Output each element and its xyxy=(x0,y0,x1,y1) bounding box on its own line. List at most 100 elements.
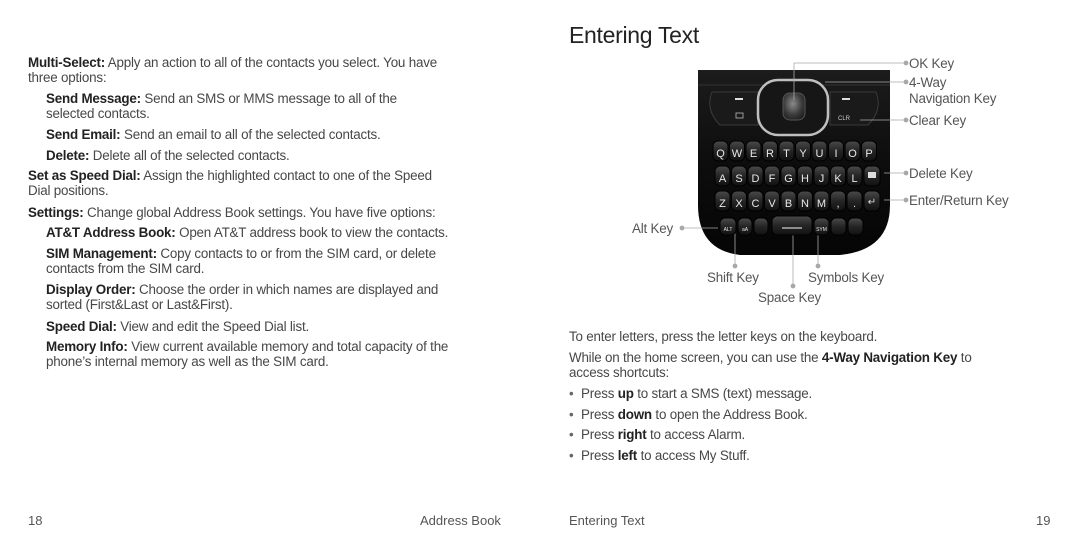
space-key xyxy=(771,215,813,236)
option-description-continued: three options: xyxy=(28,70,107,85)
nav-key-label-line1: 4-Way xyxy=(909,75,947,90)
key-s-label: S xyxy=(735,173,742,185)
clear-key-label: Clear Key xyxy=(909,113,966,128)
left-page: Multi-Select: Apply an action to all of … xyxy=(0,0,540,540)
option-description: View and edit the Speed Dial list. xyxy=(116,319,309,334)
key-o-label: O xyxy=(848,148,857,160)
option-description: Assign the highlighted contact to one of… xyxy=(140,168,432,183)
option-description: View current available memory and total … xyxy=(127,339,449,354)
key-row3-5-label: N xyxy=(801,198,809,210)
option-description: Send an email to all of the selected con… xyxy=(120,127,381,142)
option-label: SIM Management: xyxy=(46,246,157,261)
shift-key-label: aA xyxy=(742,227,749,233)
option-entry: Set as Speed Dial: Assign the highlighte… xyxy=(28,168,432,198)
option-entry: Speed Dial: View and edit the Speed Dial… xyxy=(46,319,309,334)
page-number-left: 18 xyxy=(28,513,43,528)
option-label: Multi-Select: xyxy=(28,55,106,70)
shortcut-prefix: Press xyxy=(581,447,618,463)
shortcut-action: to start a SMS (text) message. xyxy=(633,386,813,401)
key-row3-6-label: M xyxy=(817,198,826,210)
option-entry: SIM Management: Copy contacts to or from… xyxy=(46,246,436,276)
shortcut-item: • Press down to open the Address Book. xyxy=(569,407,808,422)
option-description-continued: selected contacts. xyxy=(46,106,150,121)
option-label: Send Email: xyxy=(46,127,121,142)
page-number-right: 19 xyxy=(1036,513,1051,528)
option-entry: Memory Info: View current available memo… xyxy=(46,339,448,369)
voicemail-key xyxy=(830,217,847,236)
key-row3-7-label: , xyxy=(836,198,839,210)
ok-key-label: OK Key xyxy=(909,56,954,71)
zero-key xyxy=(753,217,769,236)
key-f-label: F xyxy=(769,173,776,185)
footer-section-left: Address Book xyxy=(420,513,501,528)
option-entry: Multi-Select: Apply an action to all of … xyxy=(28,55,437,85)
key-row3-2-label: C xyxy=(752,198,760,210)
option-label: Send Message: xyxy=(46,91,141,106)
alt-key-label: Alt Key xyxy=(632,221,674,236)
option-label: Set as Speed Dial: xyxy=(28,168,141,183)
bullet-icon: • xyxy=(569,386,574,401)
left-soft-key xyxy=(709,91,759,126)
option-description: Copy contacts to or from the SIM card, o… xyxy=(156,246,436,261)
key-row3-3-label: V xyxy=(768,198,776,210)
shortcut-item: • Press left to access My Stuff. xyxy=(569,448,750,463)
right-page: Entering Text CLR Q W E R T Y U I O P A … xyxy=(540,0,1080,540)
shortcut-direction: up xyxy=(617,386,634,401)
alt-key-label: ALT xyxy=(724,227,733,233)
option-description-continued: Dial positions. xyxy=(28,183,109,198)
option-description: Choose the order in which names are disp… xyxy=(135,282,439,297)
bullet-icon: • xyxy=(569,447,574,463)
option-description-continued: contacts from the SIM card. xyxy=(46,261,205,276)
option-entry: AT&T Address Book: Open AT&T address boo… xyxy=(46,225,448,240)
shortcut-direction: right xyxy=(617,427,647,442)
shortcut-direction: left xyxy=(617,447,638,463)
key-k-label: K xyxy=(834,173,842,185)
key-h-label: H xyxy=(801,173,809,185)
symbols-key-label: SYM xyxy=(816,227,827,233)
key-row3-4-label: B xyxy=(785,198,792,210)
space-key-label: Space Key xyxy=(758,290,821,305)
symbols-key-label: Symbols Key xyxy=(808,270,884,285)
option-description: Send an SMS or MMS message to all of the xyxy=(140,91,397,106)
shortcut-action: to open the Address Book. xyxy=(651,406,808,422)
key-d-label: D xyxy=(752,173,760,185)
bullet-icon: • xyxy=(569,427,574,442)
key-w-label: W xyxy=(732,148,743,160)
bullet-icon: • xyxy=(569,406,574,422)
option-entry: Display Order: Choose the order in which… xyxy=(46,282,438,312)
option-description: Delete all of the selected contacts. xyxy=(89,148,290,163)
enter-arrow-icon: ↵ xyxy=(868,197,876,208)
key-j-label: J xyxy=(819,173,825,185)
key-q-label: Q xyxy=(716,148,725,160)
option-entry: Send Email: Send an email to all of the … xyxy=(46,127,381,142)
shortcut-action: to access Alarm. xyxy=(646,427,746,442)
option-description: Change global Address Book settings. You… xyxy=(83,205,436,220)
key-t-label: T xyxy=(783,148,790,160)
backspace-icon xyxy=(868,172,876,178)
key-r-label: R xyxy=(766,148,774,160)
shortcut-prefix: Press xyxy=(581,386,618,401)
delete-key-label: Delete Key xyxy=(909,166,973,181)
option-description: Apply an action to all of the contacts y… xyxy=(105,55,437,70)
option-label: Display Order: xyxy=(46,282,136,297)
option-label: Delete: xyxy=(46,148,90,163)
key-e-label: E xyxy=(750,148,757,160)
key-y-label: Y xyxy=(799,148,807,160)
shortcut-direction: down xyxy=(617,406,652,422)
option-label: AT&T Address Book: xyxy=(46,225,176,240)
key-a-label: A xyxy=(719,173,727,185)
shortcut-item: • Press right to access Alarm. xyxy=(569,427,745,442)
option-label: Memory Info: xyxy=(46,339,128,354)
key-g-label: G xyxy=(784,173,793,185)
nav-paragraph: While on the home screen, you can use th… xyxy=(569,350,972,380)
key-row3-8-label: . xyxy=(853,198,856,210)
key-p-label: P xyxy=(865,148,872,160)
nav-key-label-line2: Navigation Key xyxy=(909,91,997,106)
option-description-continued: sorted (First&Last or Last&First). xyxy=(46,297,233,312)
shortcut-item: • Press up to start a SMS (text) message. xyxy=(569,386,812,401)
key-l-label: L xyxy=(851,173,857,185)
option-description-continued: phone’s internal memory as well as the S… xyxy=(46,354,329,369)
key-row3-1-label: X xyxy=(735,198,743,210)
camera-key xyxy=(847,217,864,236)
enter-key-label: Enter/Return Key xyxy=(909,193,1009,208)
